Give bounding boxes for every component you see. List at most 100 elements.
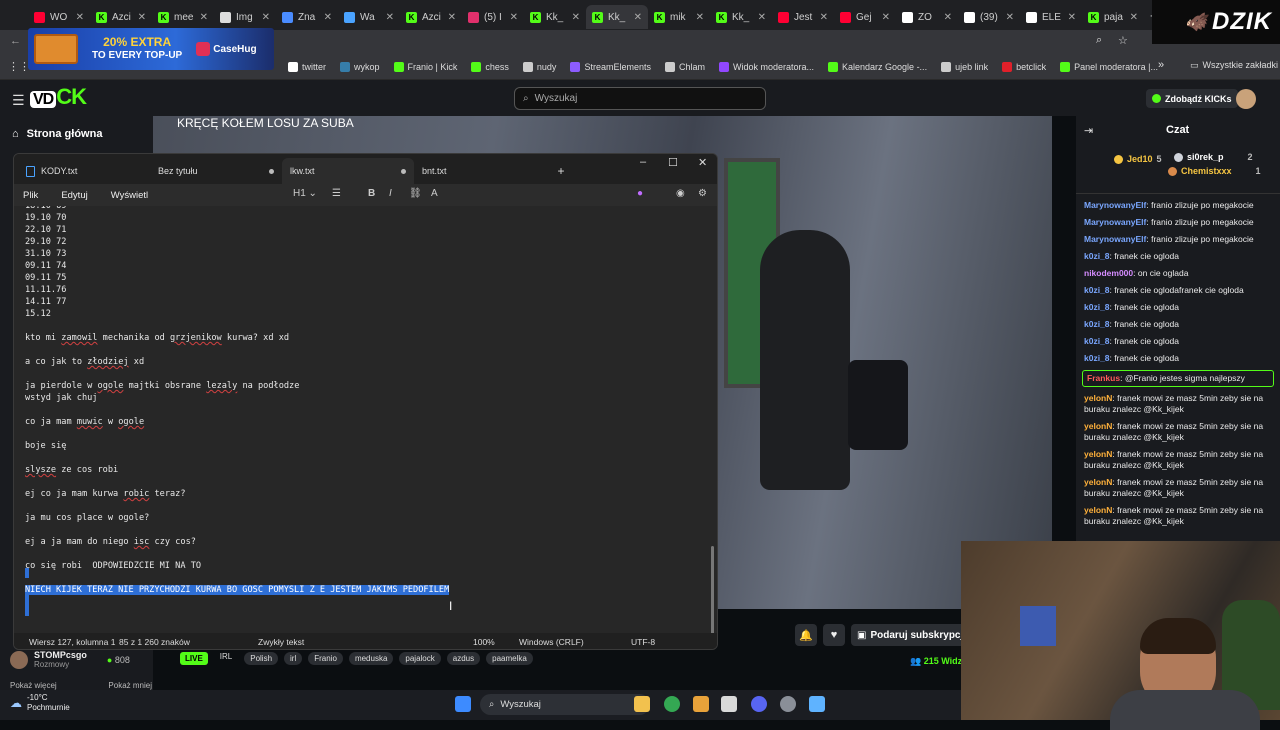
close-tab-icon[interactable]: ✕ [572,12,580,23]
browser-tab[interactable]: Kpaja ✕ [1082,5,1144,29]
back-icon[interactable]: ← [10,35,21,47]
chat-message[interactable]: MarynowanyElf: franio zlizuje po megakoc… [1084,200,1274,211]
list-icon[interactable]: ☰ [332,188,341,199]
close-tab-icon[interactable]: ✕ [1006,12,1014,23]
bookmark[interactable]: Chlam [664,61,705,72]
browser-tab[interactable]: Zna ✕ [276,5,338,29]
browser-tab[interactable]: Jest ✕ [772,5,834,29]
menu-item[interactable]: Wyświetl [111,190,148,201]
chat-message[interactable]: k0zi_8: franek cie ogloda [1084,336,1274,347]
chat-message[interactable]: Frankus: @Franio jestes sigma najlepszy [1082,370,1274,387]
zoom-icon[interactable]: ⌕ [1096,34,1102,47]
menu-item[interactable]: Plik [23,190,38,201]
bookmark[interactable]: Franio | Kick [393,61,457,72]
italic-icon[interactable]: I [389,188,392,199]
close-tab-icon[interactable]: ✕ [1130,12,1138,23]
browser-tab[interactable]: Img ✕ [214,5,276,29]
bookmark[interactable]: betclick [1002,61,1046,72]
stream-tag[interactable]: Franio [308,652,343,665]
copilot-icon[interactable]: ● [637,188,643,199]
bookmark[interactable]: chess [471,61,509,72]
close-tab-icon[interactable]: ✕ [324,12,332,23]
category-link[interactable]: IRL [220,652,232,665]
chat-username[interactable]: MarynowanyElf [1084,200,1146,210]
stream-tag[interactable]: meduska [348,652,394,665]
chat-username[interactable]: nikodem000 [1084,268,1133,278]
file-explorer-icon[interactable] [634,696,650,712]
chat-username[interactable]: MarynowanyElf [1084,234,1146,244]
heart-icon[interactable]: ♥ [823,624,845,646]
close-icon[interactable]: ✕ [698,156,707,169]
stream-tag[interactable]: irl [284,652,303,665]
menu-icon[interactable]: ☰ [12,92,25,109]
close-tab-icon[interactable]: ✕ [386,12,394,23]
kick-logo[interactable]: VD CK [30,84,87,110]
leaderboard-entry[interactable]: Chemistxxx 1 [1168,166,1261,176]
browser-tab[interactable]: K Azci ✕ [90,5,152,29]
notepad-taskbar-icon[interactable] [809,696,825,712]
menu-item[interactable]: Edytuj [61,190,87,201]
weather-widget[interactable]: ☁ -10°C Pochmurnie [10,693,70,713]
bookmark[interactable]: wykop [340,61,380,72]
snipping-tool-icon[interactable] [721,696,737,712]
browser-tab[interactable]: ELE ✕ [1020,5,1082,29]
ad-banner[interactable]: 20% EXTRA TO EVERY TOP-UP CaseHug [28,28,274,70]
discord-icon[interactable] [751,696,767,712]
chat-username[interactable]: k0zi_8 [1084,319,1110,329]
notepad-tab[interactable]: bnt.txt [414,158,546,184]
chat-message[interactable]: MarynowanyElf: franio zlizuje po megakoc… [1084,217,1274,228]
sidebar-item-home[interactable]: ⌂ Strona główna [12,128,102,140]
chat-message[interactable]: yelonN: franek mowi ze masz 5min zeby si… [1084,449,1274,471]
notepad-text-area[interactable]: 18.10 69 19.10 70 22.10 71 29.10 72 31.10 73… [14,206,717,633]
notepad-tab[interactable]: Bez tytułu [150,158,282,184]
close-tab-icon[interactable]: ✕ [758,12,766,23]
notepad-tab[interactable]: KODY.txt [18,158,150,184]
clear-format-icon[interactable]: A [431,188,438,199]
close-tab-icon[interactable]: ✕ [138,12,146,23]
close-tab-icon[interactable]: ✕ [820,12,828,23]
close-tab-icon[interactable]: ✕ [76,12,84,23]
bold-icon[interactable]: B [368,188,375,199]
chat-message[interactable]: k0zi_8: franek cie ogloda [1084,353,1274,364]
gift-sub-button[interactable]: ▣ Podaruj subskrypcj [851,624,970,646]
browser-tab[interactable]: K Kk_ ✕ [586,5,648,29]
browser-tab[interactable]: Gej ✕ [834,5,896,29]
bookmark[interactable]: Kalendarz Google -... [828,61,927,72]
chat-message[interactable]: yelonN: franek mowi ze masz 5min zeby si… [1084,477,1274,499]
minimize-icon[interactable]: – [640,156,646,168]
chat-username[interactable]: yelonN [1084,421,1112,431]
close-tab-icon[interactable]: ✕ [200,12,208,23]
settings-icon[interactable]: ⚙ [698,188,707,199]
chat-username[interactable]: k0zi_8 [1084,353,1110,363]
link-icon[interactable]: ⛓ [409,188,422,199]
chat-username[interactable]: yelonN [1084,505,1112,515]
bookmark[interactable]: nudy [522,61,556,72]
bell-icon[interactable]: 🔔 [795,624,817,646]
browser-tab[interactable]: K Azci ✕ [400,5,462,29]
scrollbar-thumb[interactable] [711,546,714,633]
close-tab-icon[interactable]: ✕ [448,12,456,23]
chat-username[interactable]: yelonN [1084,449,1112,459]
all-bookmarks[interactable]: ▭ Wszystkie zakładki [1190,60,1278,71]
browser-tab[interactable]: (5) I ✕ [462,5,524,29]
star-icon[interactable]: ☆ [1118,34,1128,47]
browser-tab[interactable]: Wa ✕ [338,5,400,29]
stream-tag[interactable]: azdus [446,652,481,665]
get-kicks-button[interactable]: Zdobądź KICKs [1146,89,1238,108]
show-more-link[interactable]: Pokaż więcej [10,681,57,690]
close-tab-icon[interactable]: ✕ [1068,12,1076,23]
stream-tag[interactable]: paamelka [486,652,533,665]
browser-tab[interactable]: WO ✕ [28,5,90,29]
chat-username[interactable]: yelonN [1084,477,1112,487]
collapse-chat-icon[interactable]: ⇥ [1084,124,1093,137]
browser-tab[interactable]: Kmik ✕ [648,5,710,29]
chat-username[interactable]: k0zi_8 [1084,285,1110,295]
close-tab-icon[interactable]: ✕ [262,12,270,23]
status-zoom[interactable]: 100% [473,637,495,647]
bookmark[interactable]: Panel moderatora |... [1060,61,1158,72]
user-avatar[interactable] [1236,89,1256,109]
notepad-tab[interactable]: lkw.txt [282,158,414,184]
chat-message[interactable]: k0zi_8: franek cie ogloda [1084,302,1274,313]
chevron-right-icon[interactable]: » [1158,59,1164,71]
stream-tag[interactable]: Polish [244,652,279,665]
